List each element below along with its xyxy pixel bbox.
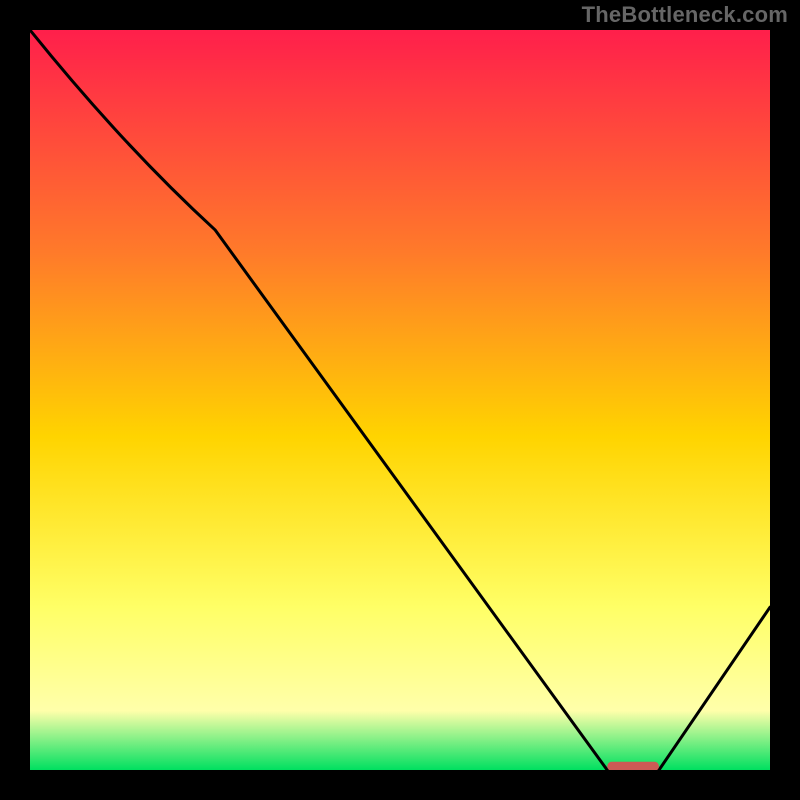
chart-container: TheBottleneck.com — [0, 0, 800, 800]
gradient-background — [30, 30, 770, 770]
optimal-marker — [607, 762, 659, 770]
plot-area — [30, 30, 770, 770]
watermark-text: TheBottleneck.com — [582, 2, 788, 28]
chart-svg — [30, 30, 770, 770]
